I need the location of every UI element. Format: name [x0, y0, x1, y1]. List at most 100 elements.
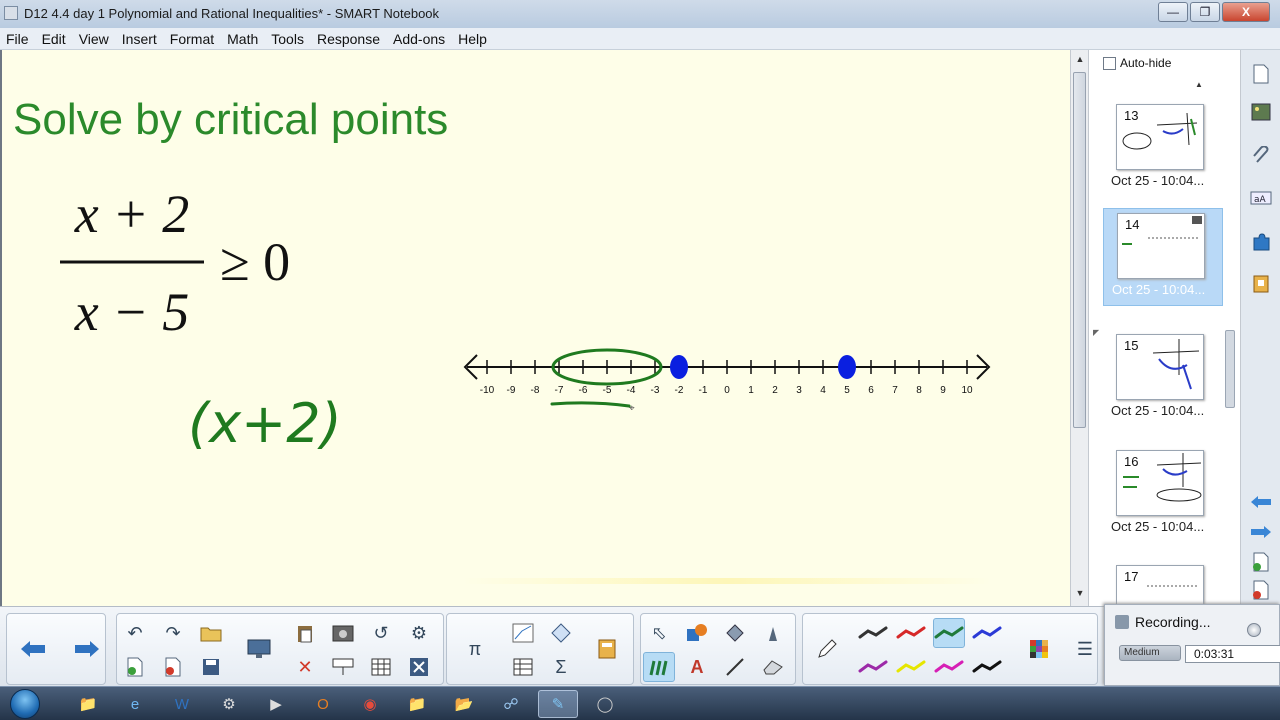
save-icon[interactable]	[195, 652, 227, 682]
sorter-collapse-icon[interactable]: ◤	[1093, 328, 1099, 337]
checkbox-icon[interactable]	[1103, 56, 1116, 70]
folder-icon-2[interactable]: 📂	[444, 690, 484, 718]
sorter-scroll-up-icon[interactable]: ▲	[1195, 80, 1203, 89]
fill-tool-icon[interactable]	[719, 618, 751, 648]
rational-inequality[interactable]: x + 2 x − 5 ≥ 0	[52, 180, 332, 350]
menu-addons[interactable]: Add-ons	[393, 31, 445, 47]
page-thumbnail-16[interactable]: 16 Oct 25 - 10:04...	[1103, 446, 1223, 544]
outlook-icon[interactable]: O	[303, 690, 343, 718]
scroll-thumb[interactable]	[1073, 72, 1086, 428]
thumbnail-image[interactable]: 17	[1116, 565, 1204, 606]
reset-page-icon[interactable]: ↺	[365, 618, 397, 648]
color-palette-icon[interactable]	[1023, 634, 1055, 664]
shapes-tool-icon[interactable]	[681, 618, 713, 648]
internet-explorer-icon[interactable]: e	[115, 690, 155, 718]
menu-math[interactable]: Math	[227, 31, 258, 47]
sorter-scroll-thumb[interactable]	[1225, 330, 1235, 408]
folder-icon[interactable]: 📁	[397, 690, 437, 718]
table-math-icon[interactable]	[507, 652, 539, 682]
page-thumbnail-13[interactable]: 13 Oct 25 - 10:04...	[1103, 100, 1223, 198]
pen-color-swatch[interactable]	[933, 652, 965, 682]
magic-pen-icon[interactable]	[757, 618, 789, 648]
pen-color-swatch[interactable]	[971, 618, 1003, 648]
misc-app-icon[interactable]: ⚙	[209, 690, 249, 718]
scroll-up-arrow-icon[interactable]: ▲	[1074, 54, 1086, 64]
graph-icon[interactable]	[507, 618, 539, 648]
screen-shade-icon[interactable]	[327, 652, 359, 682]
maximize-button[interactable]: ❐	[1190, 2, 1220, 22]
thumbnail-image[interactable]: 16	[1116, 450, 1204, 516]
calculator-icon[interactable]	[591, 634, 623, 664]
delete-page-tool-icon[interactable]	[157, 652, 189, 682]
whiteboard-canvas[interactable]: Solve by critical points x + 2 x − 5 ≥ 0…	[0, 50, 1070, 606]
menu-format[interactable]: Format	[170, 31, 214, 47]
open-file-icon[interactable]	[195, 618, 227, 648]
word-icon[interactable]: W	[162, 690, 202, 718]
menu-insert[interactable]: Insert	[122, 31, 157, 47]
pen-icon[interactable]	[811, 634, 843, 664]
addons-icon[interactable]	[1249, 230, 1273, 254]
full-screen-icon[interactable]	[403, 652, 435, 682]
autohide-checkbox[interactable]: Auto-hide	[1103, 56, 1171, 70]
chrome-icon[interactable]: ◉	[350, 690, 390, 718]
scroll-down-arrow-icon[interactable]: ▼	[1074, 588, 1086, 598]
paste-icon[interactable]	[289, 618, 321, 648]
explorer-icon[interactable]: 📁	[68, 690, 108, 718]
pen-color-swatch[interactable]	[895, 652, 927, 682]
shape-icon[interactable]	[545, 618, 577, 648]
gallery-icon[interactable]	[1249, 100, 1273, 124]
properties-icon[interactable]: aA	[1249, 186, 1273, 210]
undo-icon[interactable]: ↶	[119, 618, 151, 648]
smart-notebook-icon[interactable]: ✎	[538, 690, 578, 718]
recording-toggle[interactable]	[1247, 623, 1261, 637]
delete-page-icon[interactable]	[1249, 578, 1273, 602]
math-pi-icon[interactable]: π	[459, 634, 491, 664]
line-tool-icon[interactable]	[719, 652, 751, 682]
menu-view[interactable]: View	[79, 31, 109, 47]
handwritten-annotation[interactable]: (x+2)	[182, 380, 362, 460]
thumbnail-image[interactable]: 13	[1116, 104, 1204, 170]
text-tool-icon[interactable]: A	[681, 652, 713, 682]
screen-capture-icon[interactable]	[327, 618, 359, 648]
delete-x-icon[interactable]: ✕	[289, 652, 321, 682]
pen-color-swatch[interactable]	[971, 652, 1003, 682]
page-thumbnail-14[interactable]: 14 Oct 25 - 10:04...	[1103, 208, 1223, 306]
number-line[interactable]: -10 -9 -8 -7 -6 -5 -4 -3 -2 -1 0 1 2 3 4 5 6 7 8 9 10	[457, 320, 997, 410]
pen-color-swatch[interactable]	[857, 618, 889, 648]
forward-arrow-icon[interactable]	[1249, 520, 1273, 544]
next-page-button[interactable]	[71, 634, 103, 664]
green-dash-stroke[interactable]: ⌖	[547, 396, 647, 416]
lesson-activity-icon[interactable]	[1249, 272, 1273, 296]
menu-tools[interactable]: Tools	[271, 31, 304, 47]
table-icon[interactable]	[365, 652, 397, 682]
display-screen-icon[interactable]	[243, 634, 275, 664]
eraser-icon[interactable]	[757, 652, 789, 682]
new-page-icon[interactable]	[119, 652, 151, 682]
minimize-button[interactable]: —	[1158, 2, 1188, 22]
page-thumbnail-15[interactable]: 15 Oct 25 - 10:04...	[1103, 330, 1223, 428]
page-thumbnail-17[interactable]: 17	[1103, 561, 1223, 606]
close-button[interactable]: X	[1222, 2, 1270, 22]
sigma-icon[interactable]: Σ	[545, 652, 577, 682]
select-arrow-icon[interactable]: ⬁	[643, 618, 675, 648]
toolbar-more-icon[interactable]: ☰	[1069, 634, 1101, 664]
menu-edit[interactable]: Edit	[42, 31, 66, 47]
page-sorter-icon[interactable]	[1249, 62, 1273, 86]
back-arrow-icon[interactable]	[1249, 490, 1273, 514]
recorder-icon[interactable]: ◯	[585, 690, 625, 718]
redo-icon[interactable]: ↷	[157, 618, 189, 648]
thumbnail-image[interactable]: 14	[1117, 213, 1205, 279]
pen-color-swatch[interactable]	[895, 618, 927, 648]
canvas-scrollbar[interactable]: ▲ ▼	[1070, 50, 1088, 606]
pen-color-swatch[interactable]	[933, 618, 965, 648]
menu-response[interactable]: Response	[317, 31, 380, 47]
media-icon[interactable]: ▶	[256, 690, 296, 718]
pens-tool-icon[interactable]	[643, 652, 675, 682]
start-button[interactable]	[10, 689, 40, 719]
add-page-icon[interactable]	[1249, 550, 1273, 574]
network-icon[interactable]: ☍	[491, 690, 531, 718]
menu-file[interactable]: File	[6, 31, 29, 47]
page-title[interactable]: Solve by critical points	[13, 95, 448, 145]
thumbnail-image[interactable]: 15	[1116, 334, 1204, 400]
menu-help[interactable]: Help	[458, 31, 487, 47]
